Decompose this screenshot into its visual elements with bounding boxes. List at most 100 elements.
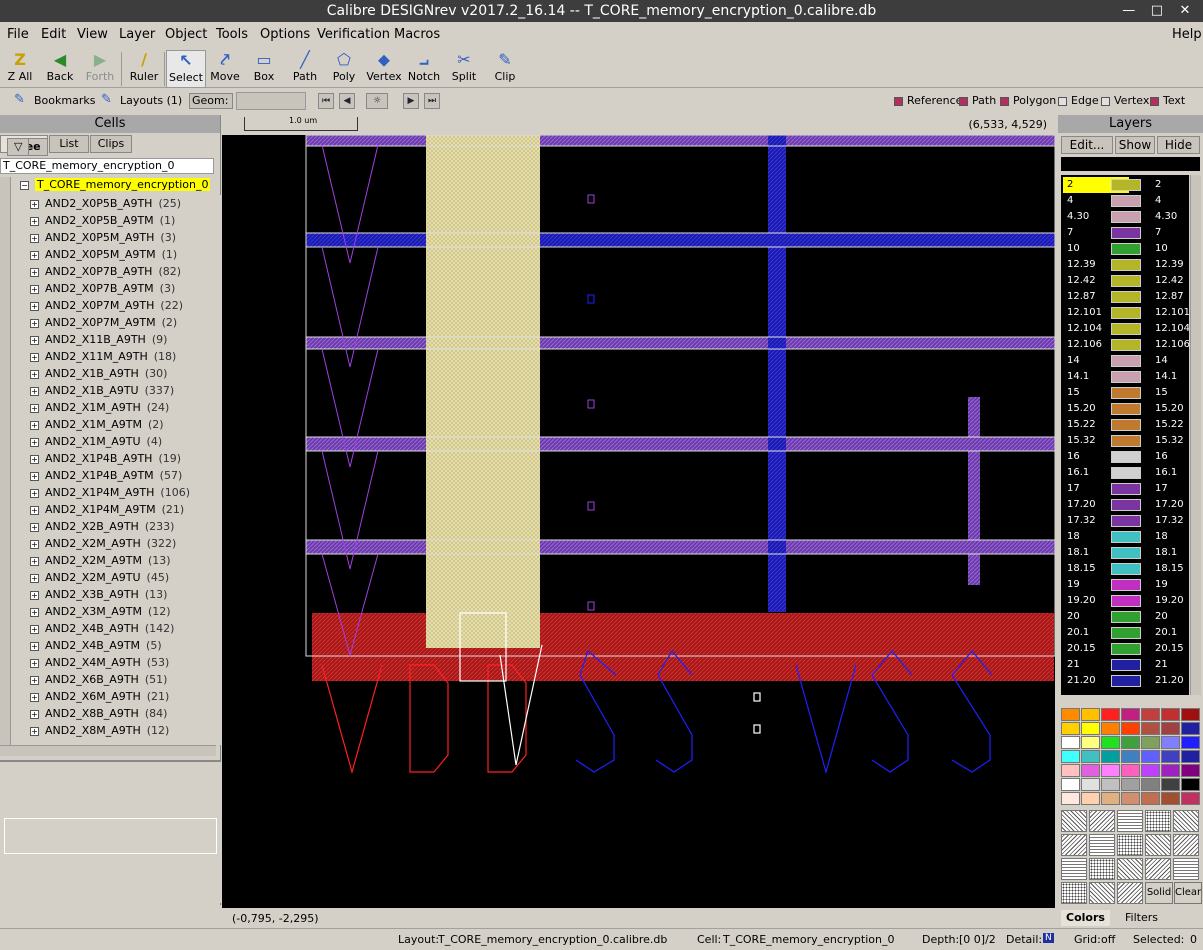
layer-color-swatch[interactable]: [1111, 355, 1141, 367]
palette-color-swatch[interactable]: [1061, 764, 1080, 777]
fill-pattern-swatch[interactable]: [1061, 810, 1087, 832]
menu-object[interactable]: Object: [165, 27, 207, 42]
layer-row[interactable]: 16.1 16.1: [1061, 465, 1189, 481]
cell-tree-item[interactable]: + AND2_X1M_A9TU (4): [30, 433, 162, 450]
cell-tree-item[interactable]: + AND2_X11B_A9TH (9): [30, 331, 167, 348]
layer-color-swatch[interactable]: [1111, 419, 1141, 431]
expand-icon[interactable]: +: [30, 335, 39, 345]
palette-color-swatch[interactable]: [1081, 736, 1100, 749]
layer-color-swatch[interactable]: [1111, 227, 1141, 239]
cell-tree-item[interactable]: + AND2_X1M_A9TH (24): [30, 399, 169, 416]
layer-row[interactable]: 17 17: [1061, 481, 1189, 497]
cell-tree-item[interactable]: + AND2_X4B_A9TH (142): [30, 620, 174, 637]
layer-color-swatch[interactable]: [1111, 499, 1141, 511]
expand-icon[interactable]: +: [30, 471, 39, 481]
tree-vertical-scrollbar[interactable]: [0, 177, 11, 754]
clip-button[interactable]: ✎ Clip: [485, 50, 525, 88]
layer-row[interactable]: 14.1 14.1: [1061, 369, 1189, 385]
menu-file[interactable]: File: [7, 27, 29, 42]
layer-row[interactable]: 15.32 15.32: [1061, 433, 1189, 449]
layer-row[interactable]: 44: [1061, 193, 1189, 209]
palette-color-swatch[interactable]: [1141, 736, 1160, 749]
layer-color-swatch[interactable]: [1111, 371, 1141, 383]
layer-color-swatch[interactable]: [1111, 579, 1141, 591]
cell-tree-item[interactable]: + AND2_X11M_A9TH (18): [30, 348, 176, 365]
ruler-button[interactable]: ∕ Ruler: [124, 50, 164, 88]
fill-pattern-swatch[interactable]: [1061, 834, 1087, 856]
expand-icon[interactable]: +: [30, 267, 39, 277]
layer-row[interactable]: 17.20 17.20: [1061, 497, 1189, 513]
poly-button[interactable]: ⬠ Poly: [324, 50, 364, 88]
cell-tree-item[interactable]: + AND2_X2B_A9TH (233): [30, 518, 174, 535]
expand-icon[interactable]: +: [30, 675, 39, 685]
layer-show-button[interactable]: Show: [1115, 136, 1155, 154]
menu-tools[interactable]: Tools: [216, 27, 248, 42]
layer-row[interactable]: 15.22 15.22: [1061, 417, 1189, 433]
layer-color-swatch[interactable]: [1111, 627, 1141, 639]
palette-color-swatch[interactable]: [1141, 750, 1160, 763]
cell-tree-item[interactable]: + AND2_X0P5B_A9TM (1): [30, 212, 175, 229]
expand-icon[interactable]: +: [30, 318, 39, 328]
menu-help[interactable]: Help: [1172, 27, 1202, 42]
menu-view[interactable]: View: [77, 27, 108, 42]
layer-color-swatch[interactable]: [1111, 275, 1141, 287]
collapse-icon[interactable]: −: [20, 180, 29, 190]
tree-root[interactable]: − T_CORE_memory_encryption_0: [20, 177, 211, 193]
expand-icon[interactable]: +: [30, 709, 39, 719]
palette-color-swatch[interactable]: [1081, 708, 1100, 721]
cell-tree-item[interactable]: + AND2_X6M_A9TH (21): [30, 688, 169, 705]
palette-color-swatch[interactable]: [1141, 722, 1160, 735]
cell-tree-item[interactable]: + AND2_X3B_A9TH (13): [30, 586, 167, 603]
palette-color-swatch[interactable]: [1181, 736, 1200, 749]
layer-color-swatch[interactable]: [1111, 291, 1141, 303]
fill-pattern-swatch[interactable]: [1089, 858, 1115, 880]
clear-pattern-button[interactable]: Clear: [1174, 882, 1202, 904]
layout-canvas[interactable]: [222, 134, 1056, 908]
expand-icon[interactable]: +: [30, 369, 39, 379]
palette-color-swatch[interactable]: [1161, 764, 1180, 777]
palette-color-swatch[interactable]: [1141, 778, 1160, 791]
layer-row[interactable]: 77: [1061, 225, 1189, 241]
palette-color-swatch[interactable]: [1081, 750, 1100, 763]
cell-tree-item[interactable]: + AND2_X1B_A9TH (30): [30, 365, 167, 382]
palette-color-swatch[interactable]: [1061, 792, 1080, 805]
palette-color-swatch[interactable]: [1121, 764, 1140, 777]
move-button[interactable]: ⤤ Move: [205, 50, 245, 88]
palette-color-swatch[interactable]: [1121, 708, 1140, 721]
maximize-button[interactable]: □: [1149, 0, 1169, 22]
layer-color-swatch[interactable]: [1111, 307, 1141, 319]
palette-color-swatch[interactable]: [1081, 764, 1100, 777]
layer-row[interactable]: 4.30 4.30: [1061, 209, 1189, 225]
layer-color-swatch[interactable]: [1111, 531, 1141, 543]
cell-tree-item[interactable]: + AND2_X1M_A9TM (2): [30, 416, 164, 433]
fill-pattern-swatch[interactable]: [1145, 810, 1171, 832]
layer-color-swatch[interactable]: [1111, 179, 1141, 191]
layer-color-swatch[interactable]: [1111, 323, 1141, 335]
layer-row[interactable]: 15.20 15.20: [1061, 401, 1189, 417]
fill-pattern-swatch[interactable]: [1173, 858, 1199, 880]
cell-tree-item[interactable]: + AND2_X8M_A9TH (12): [30, 722, 169, 739]
expand-icon[interactable]: +: [30, 216, 39, 226]
palette-color-swatch[interactable]: [1121, 736, 1140, 749]
cell-tree-item[interactable]: + AND2_X0P7M_A9TM (2): [30, 314, 177, 331]
layer-color-swatch[interactable]: [1111, 243, 1141, 255]
geom-dropdown[interactable]: Geom:: [189, 93, 233, 109]
layer-color-swatch[interactable]: [1111, 387, 1141, 399]
expand-icon[interactable]: +: [30, 505, 39, 515]
expand-icon[interactable]: +: [30, 488, 39, 498]
layer-color-swatch[interactable]: [1111, 403, 1141, 415]
palette-color-swatch[interactable]: [1141, 708, 1160, 721]
fill-pattern-swatch[interactable]: [1061, 882, 1087, 904]
bookmarks-button[interactable]: Bookmarks: [34, 94, 95, 107]
cell-tree-item[interactable]: + AND2_X4M_A9TH (53): [30, 654, 169, 671]
palette-color-swatch[interactable]: [1061, 778, 1080, 791]
path-button[interactable]: ╱ Path: [285, 50, 325, 88]
palette-color-swatch[interactable]: [1181, 792, 1200, 805]
preview-viewport[interactable]: [4, 818, 217, 854]
expand-icon[interactable]: +: [30, 301, 39, 311]
menu-edit[interactable]: Edit: [41, 27, 66, 42]
expand-icon[interactable]: +: [30, 539, 39, 549]
palette-color-swatch[interactable]: [1181, 778, 1200, 791]
palette-color-swatch[interactable]: [1161, 778, 1180, 791]
palette-color-swatch[interactable]: [1181, 708, 1200, 721]
